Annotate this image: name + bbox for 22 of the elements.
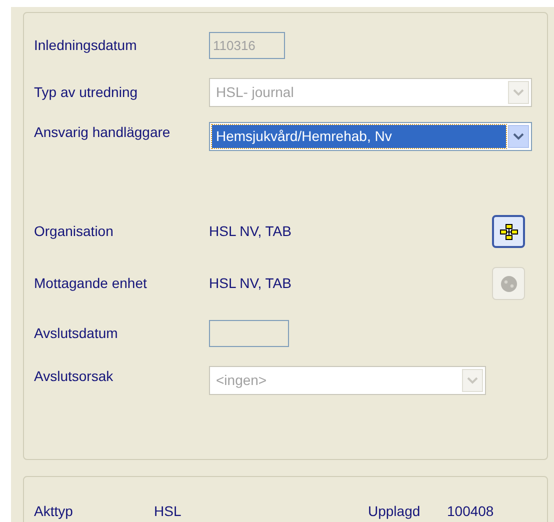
caret-icon [513, 133, 524, 140]
field-label: Inledningsdatum [34, 36, 138, 55]
field-value: HSL NV, TAB [209, 274, 292, 293]
field-label: Typ av utredning [34, 82, 139, 102]
caret-icon [467, 377, 478, 384]
field-value: 100408 [447, 502, 494, 521]
field-value: HSL [154, 502, 182, 521]
caret-icon [513, 88, 524, 96]
field-label: Organisation [34, 222, 114, 241]
field-label: Avslutsdatum [34, 324, 119, 343]
dropdown-field[interactable]: Hemsjukvård/Hemrehab, Nv [209, 122, 532, 151]
field-label: Avslutsorsak [34, 367, 114, 386]
field-label: Upplagd [368, 502, 422, 521]
field-value: HSL NV, TAB [209, 222, 292, 241]
org-chart-icon [500, 224, 518, 240]
field-label: Akttyp [34, 502, 74, 521]
dropdown-button[interactable] [508, 125, 529, 148]
field-label: Mottagande enhet [34, 274, 148, 293]
field-label: Ansvarig handläggare [34, 123, 172, 142]
circle-icon [500, 274, 518, 292]
text-field[interactable] [209, 320, 289, 347]
organization-button[interactable] [492, 215, 525, 248]
